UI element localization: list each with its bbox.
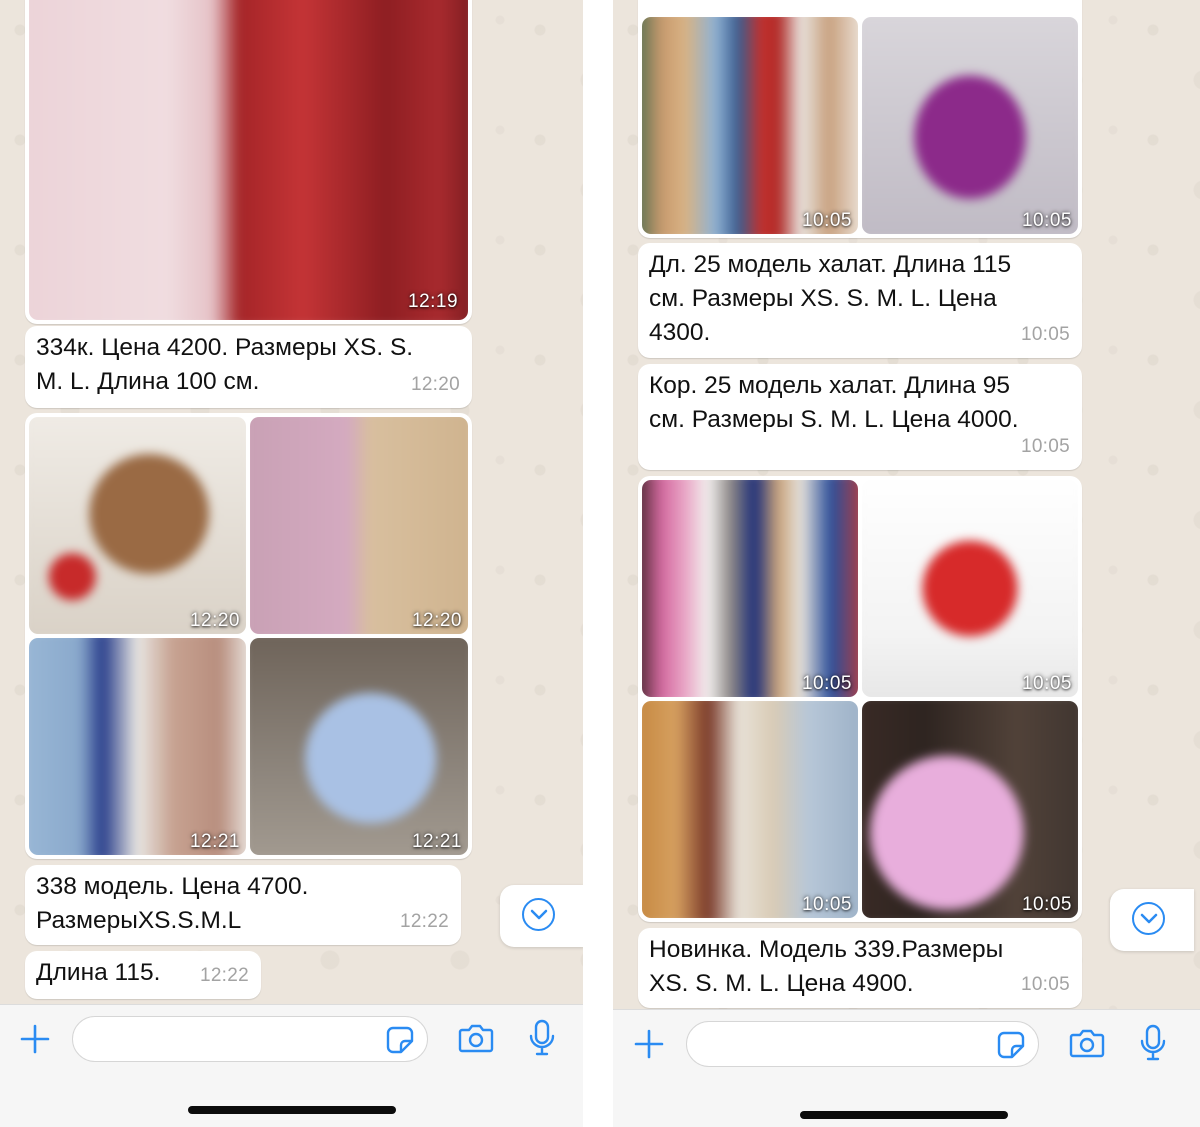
photo[interactable]: 12:20 bbox=[250, 417, 468, 634]
photo[interactable]: 12:21 bbox=[250, 638, 468, 855]
message-bubble[interactable]: Длина 115. 12:22 bbox=[25, 951, 261, 999]
photo[interactable]: 10:05 bbox=[862, 17, 1078, 234]
image-timestamp: 10:05 bbox=[1021, 673, 1072, 694]
message-timestamp: 12:22 bbox=[399, 911, 449, 932]
sticker-icon[interactable] bbox=[997, 1031, 1025, 1059]
image-grid-bubble: 10:05 10:05 bbox=[638, 0, 1082, 238]
image-grid-bubble: 10:05 10:05 10:05 10:05 bbox=[638, 476, 1082, 922]
plus-icon[interactable] bbox=[19, 1023, 51, 1055]
photo[interactable]: 10:05 bbox=[642, 17, 858, 234]
message-text: 338 модель. Цена 4700. РазмерыXS.S.M.L bbox=[36, 873, 309, 934]
chat-screen-right: 10:05 10:05 Дл. 25 модель халат. Длина 1… bbox=[613, 0, 1200, 1127]
photo[interactable]: 10:05 bbox=[862, 701, 1078, 918]
scroll-to-bottom-button[interactable] bbox=[1110, 889, 1194, 951]
message-input[interactable] bbox=[686, 1021, 1039, 1067]
message-input[interactable] bbox=[72, 1016, 428, 1062]
microphone-icon[interactable] bbox=[1139, 1024, 1167, 1062]
input-bar bbox=[0, 1004, 583, 1127]
image-timestamp: 10:05 bbox=[801, 894, 852, 915]
scroll-to-bottom-button[interactable] bbox=[500, 885, 583, 947]
image-timestamp: 10:05 bbox=[1021, 210, 1072, 231]
camera-icon[interactable] bbox=[458, 1023, 494, 1053]
image-timestamp: 10:05 bbox=[1021, 894, 1072, 915]
plus-icon[interactable] bbox=[633, 1028, 665, 1060]
message-text: Кор. 25 модель халат. Длина 95 см. Разме… bbox=[649, 372, 1019, 433]
image-timestamp: 12:20 bbox=[411, 610, 462, 631]
photo[interactable] bbox=[29, 0, 468, 320]
message-text: Длина 115. bbox=[36, 959, 161, 986]
input-bar bbox=[613, 1009, 1200, 1127]
message-bubble[interactable]: 334к. Цена 4200. Размеры XS. S. M. L. Дл… bbox=[25, 326, 472, 408]
message-timestamp: 12:20 bbox=[410, 374, 460, 395]
photo[interactable]: 10:05 bbox=[862, 480, 1078, 697]
image-bubble[interactable]: 12:19 bbox=[25, 0, 472, 324]
message-bubble[interactable]: Дл. 25 модель халат. Длина 115 см. Разме… bbox=[638, 243, 1082, 358]
photo[interactable]: 12:21 bbox=[29, 638, 246, 855]
image-timestamp: 12:20 bbox=[189, 610, 240, 631]
image-timestamp: 10:05 bbox=[801, 210, 852, 231]
camera-icon[interactable] bbox=[1069, 1028, 1105, 1058]
message-text: 334к. Цена 4200. Размеры XS. S. M. L. Дл… bbox=[36, 334, 414, 395]
message-timestamp: 10:05 bbox=[1020, 324, 1070, 345]
microphone-icon[interactable] bbox=[528, 1019, 556, 1057]
chat-screen-left: 12:19 334к. Цена 4200. Размеры XS. S. M.… bbox=[0, 0, 583, 1127]
message-bubble[interactable]: 338 модель. Цена 4700. РазмерыXS.S.M.L 1… bbox=[25, 865, 461, 945]
message-text: Дл. 25 модель халат. Длина 115 см. Разме… bbox=[649, 251, 1012, 346]
home-indicator bbox=[188, 1106, 396, 1114]
message-timestamp: 10:05 bbox=[1020, 436, 1070, 457]
sticker-icon[interactable] bbox=[386, 1026, 414, 1054]
message-timestamp: 12:22 bbox=[199, 965, 249, 986]
photo[interactable]: 12:20 bbox=[29, 417, 246, 634]
image-timestamp: 12:21 bbox=[189, 831, 240, 852]
image-timestamp: 10:05 bbox=[801, 673, 852, 694]
message-timestamp: 10:05 bbox=[1020, 974, 1070, 995]
image-timestamp: 12:19 bbox=[408, 291, 459, 312]
photo[interactable]: 10:05 bbox=[642, 701, 858, 918]
home-indicator bbox=[800, 1111, 1008, 1119]
message-bubble[interactable]: Новинка. Модель 339.Размеры XS. S. M. L.… bbox=[638, 928, 1082, 1008]
image-grid-bubble: 12:20 12:20 12:21 12:21 bbox=[25, 413, 472, 859]
photo[interactable]: 10:05 bbox=[642, 480, 858, 697]
message-bubble[interactable]: Кор. 25 модель халат. Длина 95 см. Разме… bbox=[638, 364, 1082, 470]
image-timestamp: 12:21 bbox=[411, 831, 462, 852]
message-text: Новинка. Модель 339.Размеры XS. S. M. L.… bbox=[649, 936, 1004, 997]
